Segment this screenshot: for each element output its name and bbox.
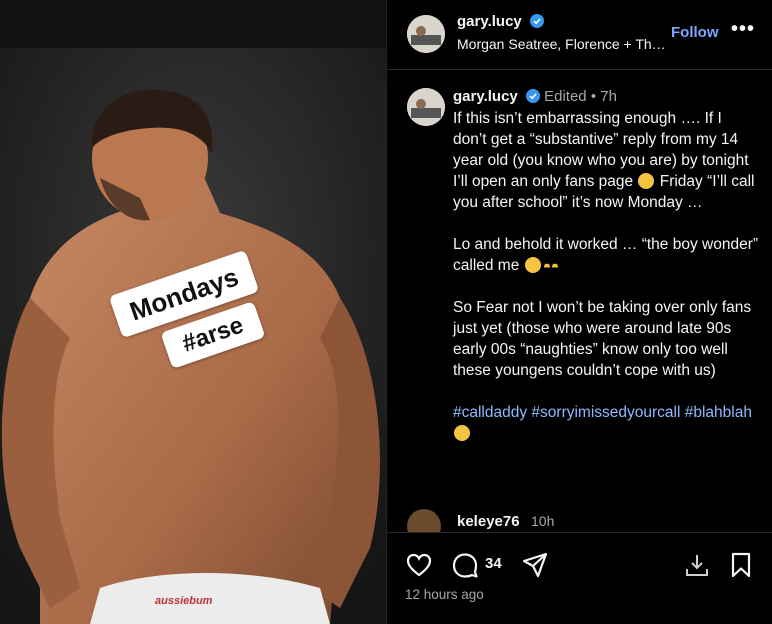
follow-button[interactable]: Follow <box>671 24 719 41</box>
action-bar: 34 12 hours ago <box>387 532 772 624</box>
download-icon[interactable] <box>683 551 711 579</box>
comment-time: 10h <box>531 513 555 529</box>
laughing-emoji-icon <box>524 257 541 273</box>
caption-header: gary.lucy Edited • 7h <box>453 88 617 105</box>
share-icon[interactable] <box>521 551 549 579</box>
heart-icon[interactable] <box>405 551 433 579</box>
post-caption: gary.lucy Edited • 7h If this isn’t emba… <box>387 70 772 530</box>
comment-icon[interactable] <box>451 551 479 579</box>
comment-item: keleye76 10h <box>387 505 772 535</box>
media-top-bar <box>0 0 386 48</box>
commenter-username[interactable]: keleye76 <box>457 513 520 530</box>
bookmark-icon[interactable] <box>727 551 755 579</box>
verified-badge-icon <box>530 14 545 28</box>
post-location[interactable]: Morgan Seatree, Florence + Th… <box>457 36 666 52</box>
caption-paragraph-3: So Fear not I won’t be taking over only … <box>453 299 752 379</box>
author-avatar[interactable] <box>407 15 445 53</box>
author-username[interactable]: gary.lucy <box>457 13 522 30</box>
caption-text: If this isn’t embarrassing enough …. If … <box>453 108 759 465</box>
caption-avatar[interactable] <box>407 88 445 126</box>
laughing-emoji-icon <box>454 425 470 441</box>
comment-count: 34 <box>485 555 502 572</box>
verified-badge-icon <box>525 89 540 103</box>
svg-text:aussiebum: aussiebum <box>155 595 213 607</box>
separator-dot: • <box>590 88 597 105</box>
caption-username[interactable]: gary.lucy <box>453 88 518 105</box>
caption-time[interactable]: 7h <box>600 88 617 105</box>
author-name-line: gary.lucy <box>457 13 545 31</box>
caption-paragraph-2: Lo and behold it worked … “the boy wonde… <box>453 236 759 274</box>
caption-hashtags[interactable]: #calldaddy #sorryimissedyourcall #blahbl… <box>453 404 752 421</box>
edited-label: Edited <box>544 88 587 105</box>
post-timestamp: 12 hours ago <box>405 587 484 602</box>
post-sidebar: gary.lucy Morgan Seatree, Florence + Th…… <box>386 0 772 624</box>
post-media[interactable]: aussiebum Mondays #arse <box>0 0 386 624</box>
more-options-icon[interactable]: ••• <box>731 18 755 41</box>
heart-hands-emoji-icon <box>543 263 558 268</box>
nerd-face-emoji-icon <box>638 173 655 189</box>
post-header: gary.lucy Morgan Seatree, Florence + Th…… <box>387 0 772 70</box>
